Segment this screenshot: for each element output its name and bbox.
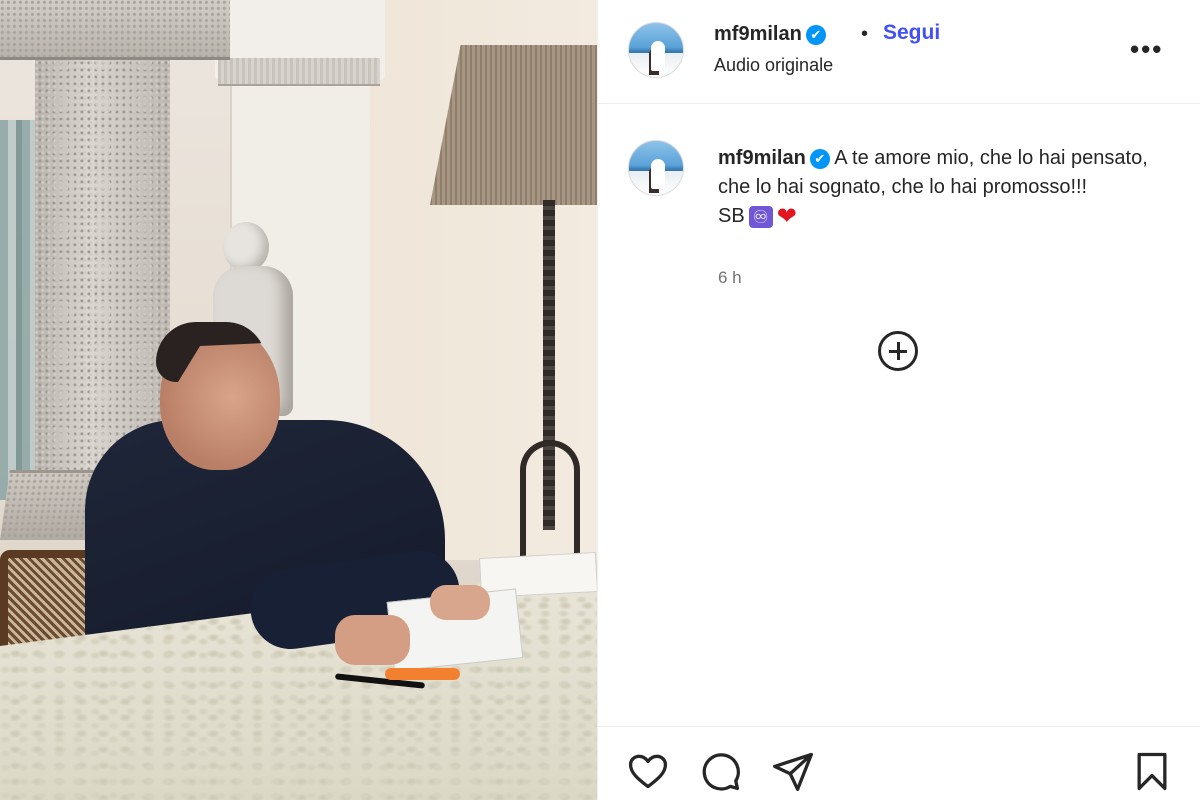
marble-column-capital — [0, 0, 230, 60]
heart-icon[interactable] — [626, 749, 670, 793]
verified-badge-icon: ✔ — [809, 149, 830, 169]
share-icon[interactable] — [771, 749, 815, 793]
background-cornice — [218, 58, 380, 86]
caption-signature-line: SB ♾ ❤ — [718, 202, 797, 231]
post-header: mf9milan ✔ • Segui Audio originale ••• — [598, 0, 1200, 104]
follow-button[interactable]: Segui — [883, 21, 940, 45]
caption-avatar[interactable] — [628, 140, 684, 196]
more-options-icon[interactable]: ••• — [1130, 34, 1163, 65]
add-circle-icon[interactable] — [878, 331, 918, 371]
comment-icon[interactable] — [698, 749, 742, 793]
caption-username[interactable]: mf9milan — [718, 147, 806, 169]
separator-dot: • — [861, 23, 869, 45]
lamp-base — [520, 440, 580, 560]
red-heart-emoji-icon: ❤ — [776, 202, 797, 230]
action-bar — [598, 726, 1200, 800]
avatar[interactable] — [628, 22, 684, 78]
username-link[interactable]: mf9milan ✔ — [714, 23, 826, 46]
caption-signature: SB — [718, 205, 745, 227]
infinity-emoji-icon: ♾ — [748, 205, 773, 228]
username[interactable]: mf9milan — [714, 23, 802, 45]
timestamp[interactable]: 6 h — [718, 268, 742, 288]
post-side-panel: mf9milan ✔ • Segui Audio originale ••• mf… — [597, 0, 1200, 800]
person-hand-left — [430, 585, 490, 620]
person-hand-right — [335, 615, 410, 665]
bookmark-icon[interactable] — [1130, 749, 1174, 793]
audio-link[interactable]: Audio originale — [714, 55, 833, 76]
post-media[interactable] — [0, 0, 597, 800]
verified-badge-icon: ✔ — [805, 25, 826, 45]
caption: mf9milan ✔ A te amore mio, che lo hai pen… — [718, 144, 1178, 231]
highlighter-marker — [385, 668, 460, 680]
